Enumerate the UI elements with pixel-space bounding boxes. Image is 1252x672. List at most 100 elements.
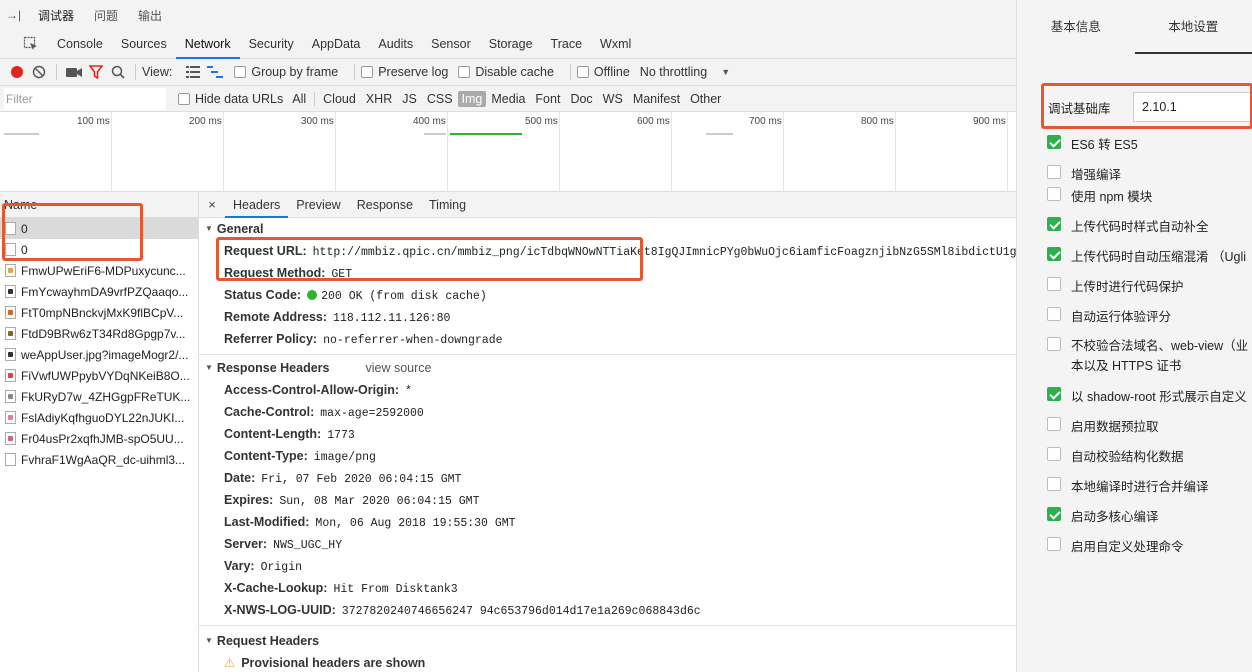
tab-preview[interactable]: Preview xyxy=(288,192,348,218)
checkbox[interactable] xyxy=(1047,337,1061,351)
checkbox[interactable] xyxy=(1047,447,1061,461)
checkbox[interactable] xyxy=(1047,247,1061,261)
checkbox[interactable] xyxy=(1047,507,1061,521)
filter-icon[interactable] xyxy=(85,59,107,86)
tab-headers[interactable]: Headers xyxy=(225,192,289,218)
tab-appdata[interactable]: AppData xyxy=(303,30,370,59)
timeline-tick-label: 800 ms xyxy=(861,116,894,127)
name-column-header[interactable]: Name xyxy=(0,192,198,218)
checkbox[interactable] xyxy=(1047,277,1061,291)
filter-type-all[interactable]: All xyxy=(287,92,311,106)
search-icon[interactable] xyxy=(107,59,129,86)
filter-type-css[interactable]: CSS xyxy=(422,92,458,106)
option-multicore-compile[interactable]: 启动多核心编译 xyxy=(1047,506,1159,525)
tab-output[interactable]: 输出 xyxy=(128,7,172,24)
group-by-frame-checkbox[interactable] xyxy=(234,66,247,78)
option-auto-audit[interactable]: 自动运行体验评分 xyxy=(1047,306,1171,325)
requests-area: Name 0 0 FmwUPwEriF6-MDPuxycunc... FmYcw… xyxy=(0,192,1016,672)
tab-wxml[interactable]: Wxml xyxy=(591,30,640,59)
checkbox[interactable] xyxy=(1047,307,1061,321)
filter-type-img[interactable]: Img xyxy=(457,90,487,107)
disable-cache-checkbox[interactable] xyxy=(458,66,471,78)
filter-type-other[interactable]: Other xyxy=(685,92,726,106)
option-shadow-root[interactable]: 以 shadow-root 形式展示自定义 xyxy=(1047,386,1247,405)
filter-type-cloud[interactable]: Cloud xyxy=(318,92,361,106)
filter-type-js[interactable]: JS xyxy=(397,92,422,106)
checkbox[interactable] xyxy=(1047,417,1061,431)
option-custom-commands[interactable]: 启用自定义处理命令 xyxy=(1047,536,1184,555)
request-row[interactable]: FtdD9BRw6zT34Rd8Gpgp7v... xyxy=(0,323,198,344)
preserve-log-checkbox[interactable] xyxy=(361,66,374,78)
checkbox[interactable] xyxy=(1047,387,1061,401)
tab-network[interactable]: Network xyxy=(175,30,240,59)
tab-trace[interactable]: Trace xyxy=(542,30,592,59)
request-row[interactable]: 0 xyxy=(0,239,198,260)
filter-type-doc[interactable]: Doc xyxy=(565,92,597,106)
tab-console[interactable]: Console xyxy=(48,30,112,59)
filter-type-xhr[interactable]: XHR xyxy=(361,92,397,106)
option-minify-on-upload[interactable]: 上传代码时自动压缩混淆 （Ugli xyxy=(1047,246,1246,265)
tab-debugger[interactable]: 调试器 xyxy=(28,7,84,24)
option-merged-compile[interactable]: 本地编译时进行合并编译 xyxy=(1047,476,1209,495)
request-row[interactable]: FmwUPwEriF6-MDPuxycunc... xyxy=(0,260,198,281)
checkbox[interactable] xyxy=(1047,537,1061,551)
general-section-header[interactable]: ▼ General xyxy=(199,218,1016,240)
tab-timing[interactable]: Timing xyxy=(421,192,474,218)
request-row[interactable]: weAppUser.jpg?imageMogr2/... xyxy=(0,344,198,365)
checkbox[interactable] xyxy=(1047,135,1061,149)
option-data-prefetch[interactable]: 启用数据预拉取 xyxy=(1047,416,1159,435)
throttling-select[interactable]: No throttling xyxy=(640,65,707,79)
tab-storage[interactable]: Storage xyxy=(480,30,542,59)
checkbox[interactable] xyxy=(1047,187,1061,201)
request-row[interactable]: FtT0mpNBnckvjMxK9flBCpV... xyxy=(0,302,198,323)
request-row[interactable]: FslAdiyKqfhguoDYL22nJUKI... xyxy=(0,407,198,428)
option-style-autoprefix[interactable]: 上传代码时样式自动补全 xyxy=(1047,216,1209,235)
tab-local-settings[interactable]: 本地设置 xyxy=(1134,0,1252,54)
option-es6-to-es5[interactable]: ES6 转 ES5 xyxy=(1047,134,1138,153)
timeline-tick-label: 300 ms xyxy=(301,116,334,127)
tab-sensor[interactable]: Sensor xyxy=(422,30,480,59)
request-row[interactable]: Fr04usPr2xqfhJMB-spO5UU... xyxy=(0,428,198,449)
filter-type-font[interactable]: Font xyxy=(530,92,565,106)
option-code-protection[interactable]: 上传时进行代码保护 xyxy=(1047,276,1184,295)
chevron-down-icon[interactable]: ▼ xyxy=(721,67,730,77)
hide-data-urls-checkbox[interactable] xyxy=(178,92,190,105)
option-enhanced-compile[interactable]: 增强编译 xyxy=(1047,164,1121,183)
checkbox[interactable] xyxy=(1047,165,1061,179)
screenshot-camera-icon[interactable] xyxy=(63,59,85,86)
checkbox[interactable] xyxy=(1047,477,1061,491)
request-row[interactable]: 0 xyxy=(0,218,198,239)
library-version-select[interactable]: 2.10.1 xyxy=(1133,92,1252,122)
close-icon[interactable]: × xyxy=(199,197,225,212)
record-icon[interactable] xyxy=(6,59,28,86)
filter-type-ws[interactable]: WS xyxy=(598,92,628,106)
tab-sources[interactable]: Sources xyxy=(112,30,176,59)
filter-input[interactable]: Filter xyxy=(4,87,166,110)
timeline-overview[interactable]: 100 ms 200 ms 300 ms 400 ms 500 ms 600 m… xyxy=(0,112,1016,192)
tab-audits[interactable]: Audits xyxy=(369,30,422,59)
request-row[interactable]: FkURyD7w_4ZHGgpFReTUK... xyxy=(0,386,198,407)
tab-response[interactable]: Response xyxy=(349,192,421,218)
clear-icon[interactable] xyxy=(28,59,50,86)
request-row[interactable]: FmYcwayhmDA9vrfPZQaaqo... xyxy=(0,281,198,302)
checkbox[interactable] xyxy=(1047,217,1061,231)
filter-type-manifest[interactable]: Manifest xyxy=(628,92,685,106)
filter-type-media[interactable]: Media xyxy=(486,92,530,106)
option-npm-modules[interactable]: 使用 npm 模块 xyxy=(1047,186,1152,205)
waterfall-icon[interactable] xyxy=(204,59,226,86)
file-icon xyxy=(5,243,16,256)
view-source-link[interactable]: view source xyxy=(365,357,431,379)
request-row[interactable]: FvhraF1WgAaQR_dc-uihml3... xyxy=(0,449,198,470)
option-skip-domain-check[interactable]: 不校验合法域名、web-view（业 本以及 HTTPS 证书 xyxy=(1047,336,1248,376)
response-headers-header[interactable]: ▼ Response Headers view source xyxy=(199,357,1016,379)
offline-checkbox[interactable] xyxy=(576,66,589,78)
tab-issues[interactable]: 问题 xyxy=(84,7,128,24)
inspect-element-icon[interactable] xyxy=(14,30,48,59)
request-row[interactable]: FiVwfUWPpybVYDqNKeiB8O... xyxy=(0,365,198,386)
large-rows-icon[interactable] xyxy=(182,59,204,86)
tab-security[interactable]: Security xyxy=(240,30,303,59)
dock-toggle-icon[interactable]: →| xyxy=(6,8,28,22)
option-structured-data-check[interactable]: 自动校验结构化数据 xyxy=(1047,446,1184,465)
request-headers-header[interactable]: ▼ Request Headers xyxy=(199,630,1016,652)
tab-basic-info[interactable]: 基本信息 xyxy=(1017,0,1135,54)
